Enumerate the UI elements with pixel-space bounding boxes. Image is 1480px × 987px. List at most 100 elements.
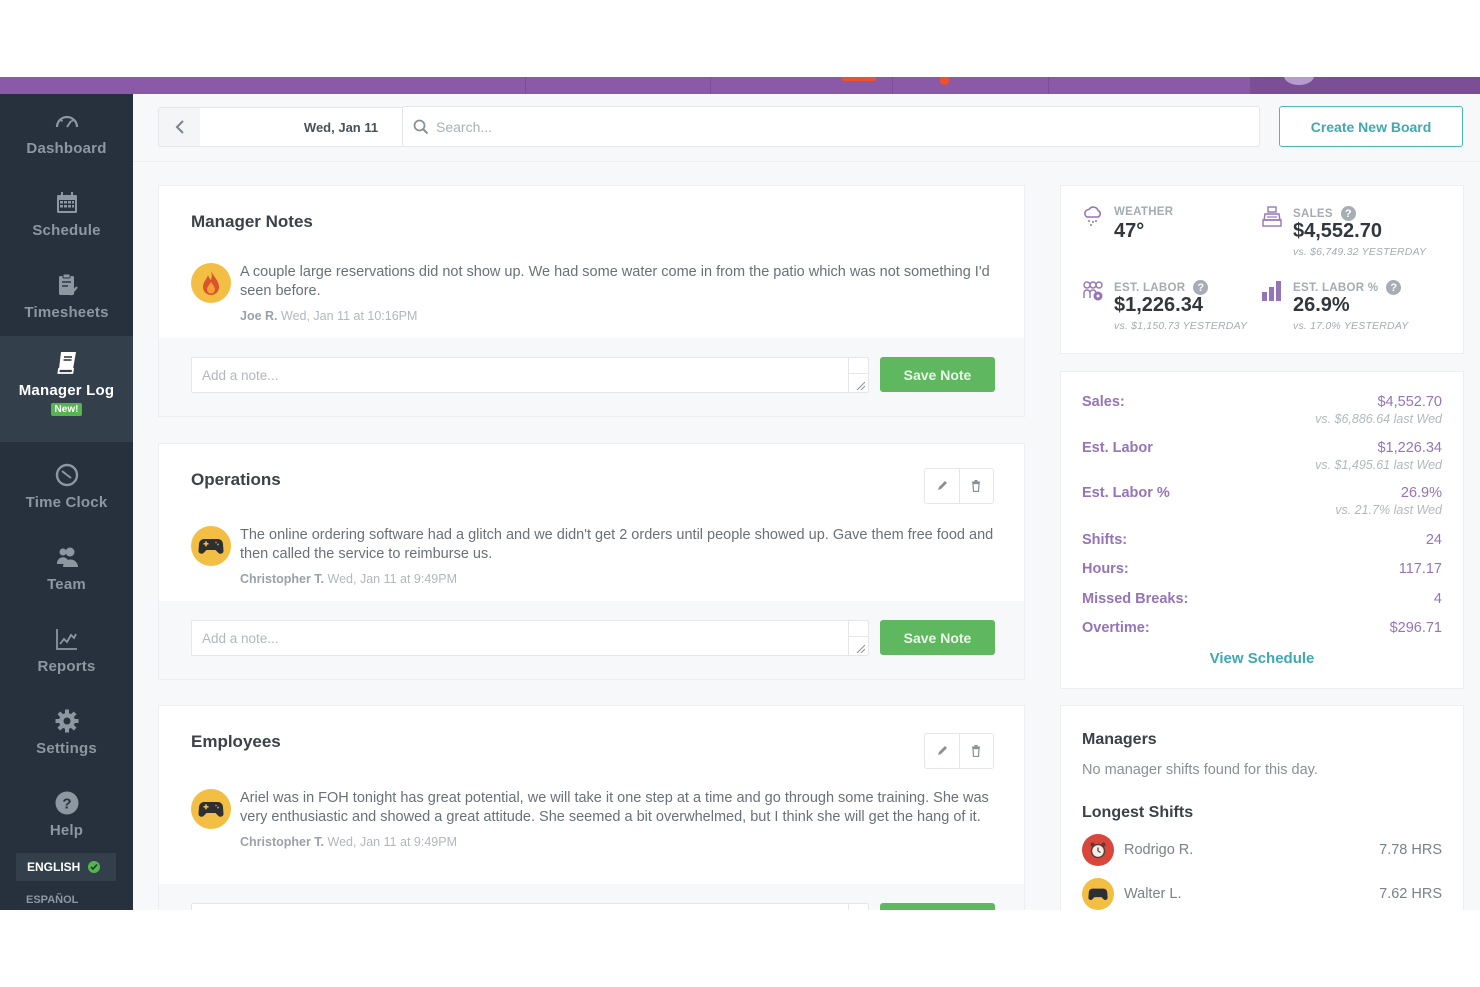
summary-row-hours: Hours: 117.17 xyxy=(1082,561,1442,577)
labor-team-icon xyxy=(1083,281,1103,301)
summary-value-text: $1,226.34 xyxy=(1377,440,1442,456)
summary-compare: vs. $1,495.61 last Wed xyxy=(1315,458,1442,472)
gamepad-icon xyxy=(198,539,224,554)
sidebar-item-label: Team xyxy=(47,576,86,593)
note-item: A couple large reservations did not show… xyxy=(191,263,994,323)
summary-value-text: $4,552.70 xyxy=(1377,394,1442,410)
note-input-wrapper xyxy=(191,620,869,656)
stat-value: $4,552.70 xyxy=(1293,220,1382,242)
add-note-input[interactable] xyxy=(192,621,847,655)
longest-shifts-title: Longest Shifts xyxy=(1082,804,1194,821)
search-box xyxy=(402,106,1260,147)
help-tooltip-icon[interactable]: ? xyxy=(1193,280,1209,295)
search-input[interactable] xyxy=(436,118,1216,135)
topbar-divider xyxy=(525,77,526,94)
stat-label: WEATHER xyxy=(1114,206,1174,218)
sidebar-item-manager-log[interactable]: Manager Log New! xyxy=(0,336,133,442)
sidebar-item-label: Time Clock xyxy=(25,494,108,511)
save-note-button[interactable]: Save Note xyxy=(880,903,995,910)
search-icon xyxy=(413,119,429,134)
add-note-input[interactable] xyxy=(192,358,847,392)
note-meta: Christopher T. Wed, Jan 11 at 9:49PM xyxy=(240,572,994,586)
daily-stats-card: WEATHER 47° SALES? $4,552.70 vs. $6,749.… xyxy=(1060,185,1464,354)
summary-card: Sales: $4,552.70 vs. $6,886.64 last Wed E… xyxy=(1060,371,1464,689)
summary-value: $4,552.70 vs. $6,886.64 last Wed xyxy=(1315,394,1442,426)
edit-board-button[interactable] xyxy=(925,734,959,768)
stat-compare: vs. $6,749.32 YESTERDAY xyxy=(1293,246,1427,258)
board-actions xyxy=(924,468,994,504)
language-english[interactable]: ENGLISH xyxy=(16,853,116,881)
summary-label: Overtime: xyxy=(1082,620,1150,636)
employee-avatar xyxy=(1082,834,1114,866)
resize-grip-icon[interactable] xyxy=(855,380,865,390)
sidebar-item-settings[interactable]: Settings xyxy=(0,694,133,776)
note-meta: Christopher T. Wed, Jan 11 at 9:49PM xyxy=(240,835,994,849)
summary-value: $296.71 xyxy=(1389,620,1442,636)
topbar-divider xyxy=(892,77,893,94)
stat-label: EST. LABOR? xyxy=(1114,280,1209,295)
pencil-icon xyxy=(937,481,947,490)
note-author: Christopher T. xyxy=(240,572,325,586)
add-note-area: Save Note xyxy=(159,884,1024,910)
note-author: Christopher T. xyxy=(240,835,325,849)
employee-name: Rodrigo R. xyxy=(1124,842,1194,858)
sidebar-item-timesheets[interactable]: Timesheets xyxy=(0,258,133,340)
delete-board-button[interactable] xyxy=(958,734,994,768)
sidebar-item-label: Reports xyxy=(37,658,96,675)
sidebar-item-label: Dashboard xyxy=(26,140,107,157)
board-title: Employees xyxy=(191,732,281,751)
team-icon xyxy=(56,547,78,567)
sidebar-item-schedule[interactable]: Schedule xyxy=(0,176,133,258)
help-icon: ? xyxy=(55,791,78,815)
sidebar-item-help[interactable]: ? Help xyxy=(0,776,133,858)
resize-grip-icon[interactable] xyxy=(855,643,865,653)
previous-day-button[interactable] xyxy=(159,108,200,146)
sidebar-item-reports[interactable]: Reports xyxy=(0,612,133,694)
sidebar-item-label: Help xyxy=(49,822,84,839)
trash-icon xyxy=(972,745,981,757)
board-employees: Employees Ariel was in FOH tonight has g… xyxy=(158,705,1025,910)
edit-board-button[interactable] xyxy=(925,469,959,503)
managers-empty-message: No manager shifts found for this day. xyxy=(1082,762,1318,778)
employee-name: Walter L. xyxy=(1124,886,1182,902)
summary-value-text: 26.9% xyxy=(1400,485,1442,501)
add-note-input[interactable] xyxy=(192,904,847,910)
pencil-icon xyxy=(937,746,947,755)
summary-compare: vs. $6,886.64 last Wed xyxy=(1315,412,1442,426)
summary-value: 24 xyxy=(1425,532,1442,548)
sidebar-item-team[interactable]: Team xyxy=(0,530,133,612)
view-schedule-link[interactable]: View Schedule xyxy=(1061,650,1463,667)
sidebar-item-label: Settings xyxy=(36,740,97,757)
save-note-button[interactable]: Save Note xyxy=(880,357,995,392)
stat-label: EST. LABOR %? xyxy=(1293,280,1402,295)
shift-row: Walter L. 7.62 HRS xyxy=(1082,878,1442,910)
summary-label: Est. Labor % xyxy=(1082,485,1170,501)
line-chart-icon xyxy=(55,629,77,650)
sidebar-item-dashboard[interactable]: Dashboard xyxy=(0,94,133,176)
create-new-board-button[interactable]: Create New Board xyxy=(1279,106,1463,147)
board-actions xyxy=(924,733,994,769)
sidebar-item-time-clock[interactable]: Time Clock xyxy=(0,448,133,530)
add-note-area: Save Note xyxy=(159,601,1024,679)
shift-hours: 7.62 HRS xyxy=(1379,886,1442,902)
textarea-scrollbar[interactable] xyxy=(848,904,868,910)
weather-cloud-icon xyxy=(1084,206,1101,226)
help-tooltip-icon[interactable]: ? xyxy=(1386,280,1402,295)
note-timestamp: Wed, Jan 11 at 9:49PM xyxy=(327,572,458,586)
board-operations: Operations The online ordering software … xyxy=(158,443,1025,680)
summary-value: 4 xyxy=(1433,591,1442,607)
board-title: Operations xyxy=(191,470,281,489)
save-note-button[interactable]: Save Note xyxy=(880,620,995,655)
summary-value: $1,226.34 vs. $1,495.61 last Wed xyxy=(1315,440,1442,472)
stat-compare: vs. 17.0% YESTERDAY xyxy=(1293,320,1409,332)
summary-label: Est. Labor xyxy=(1082,440,1153,456)
language-spanish[interactable]: ESPAÑOL xyxy=(26,894,78,906)
notification-dot xyxy=(940,77,949,85)
summary-row-est-labor: Est. Labor $1,226.34 vs. $1,495.61 last W… xyxy=(1082,440,1442,472)
delete-board-button[interactable] xyxy=(958,469,994,503)
summary-row-missed-breaks: Missed Breaks: 4 xyxy=(1082,591,1442,607)
author-avatar xyxy=(191,263,231,303)
gamepad-icon xyxy=(198,802,224,817)
help-tooltip-icon[interactable]: ? xyxy=(1340,206,1356,221)
summary-row-sales: Sales: $4,552.70 vs. $6,886.64 last Wed xyxy=(1082,394,1442,426)
